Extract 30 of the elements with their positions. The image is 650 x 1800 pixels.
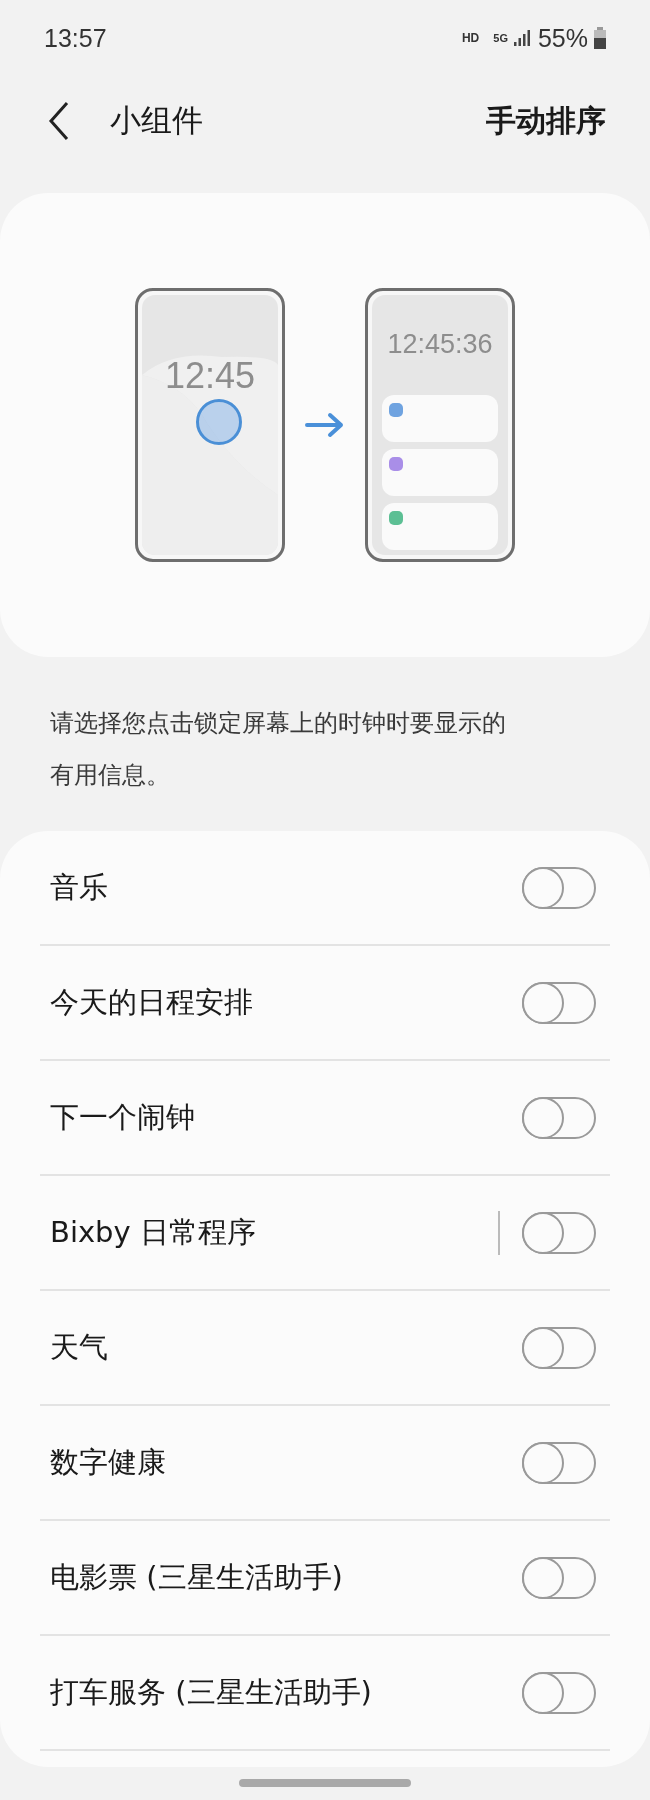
battery-icon — [594, 27, 606, 49]
widget-label: 天气 — [49, 1328, 109, 1366]
toggle-switch[interactable] — [522, 866, 596, 909]
back-icon — [48, 101, 70, 141]
signal-icon — [513, 30, 532, 46]
widget-label: 今天的日程安排 — [49, 983, 254, 1021]
toggle-switch[interactable] — [522, 1326, 596, 1369]
widget-label: 电影票 (三星生活助手) — [49, 1558, 344, 1596]
toggle-switch[interactable] — [522, 1096, 596, 1139]
toggle-switch[interactable] — [522, 1211, 596, 1254]
hd-indicator: HD — [461, 31, 480, 45]
widget-label: 打车服务 (三星生活助手) — [49, 1673, 373, 1711]
manual-sort-button[interactable]: 手动排序 — [486, 100, 606, 142]
clock-time: 13:57 — [44, 23, 108, 53]
network-indicator: 5G — [493, 32, 508, 44]
widget-label: 数字健康 — [49, 1443, 167, 1481]
battery-percent: 55% — [537, 23, 588, 53]
widget-label: 音乐 — [49, 868, 109, 906]
toggle-switch[interactable] — [522, 1441, 596, 1484]
toggle-switch[interactable] — [522, 1556, 596, 1599]
description-text: 请选择您点击锁定屏幕上的时钟时要显示的有用信息。 — [50, 708, 507, 791]
lock-screen-clock: 12:45 — [164, 355, 256, 397]
page-title: 小组件 — [110, 101, 204, 140]
toggle-switch[interactable] — [522, 981, 596, 1024]
widget-label: 下一个闹钟 — [49, 1098, 196, 1136]
toggle-switch[interactable] — [522, 1671, 596, 1714]
widget-label: Bixby 日常程序 — [49, 1213, 257, 1251]
touch-indicator — [196, 399, 242, 445]
lock-screen-clock: 12:45:36 — [387, 329, 493, 360]
arrow-icon — [305, 412, 345, 438]
